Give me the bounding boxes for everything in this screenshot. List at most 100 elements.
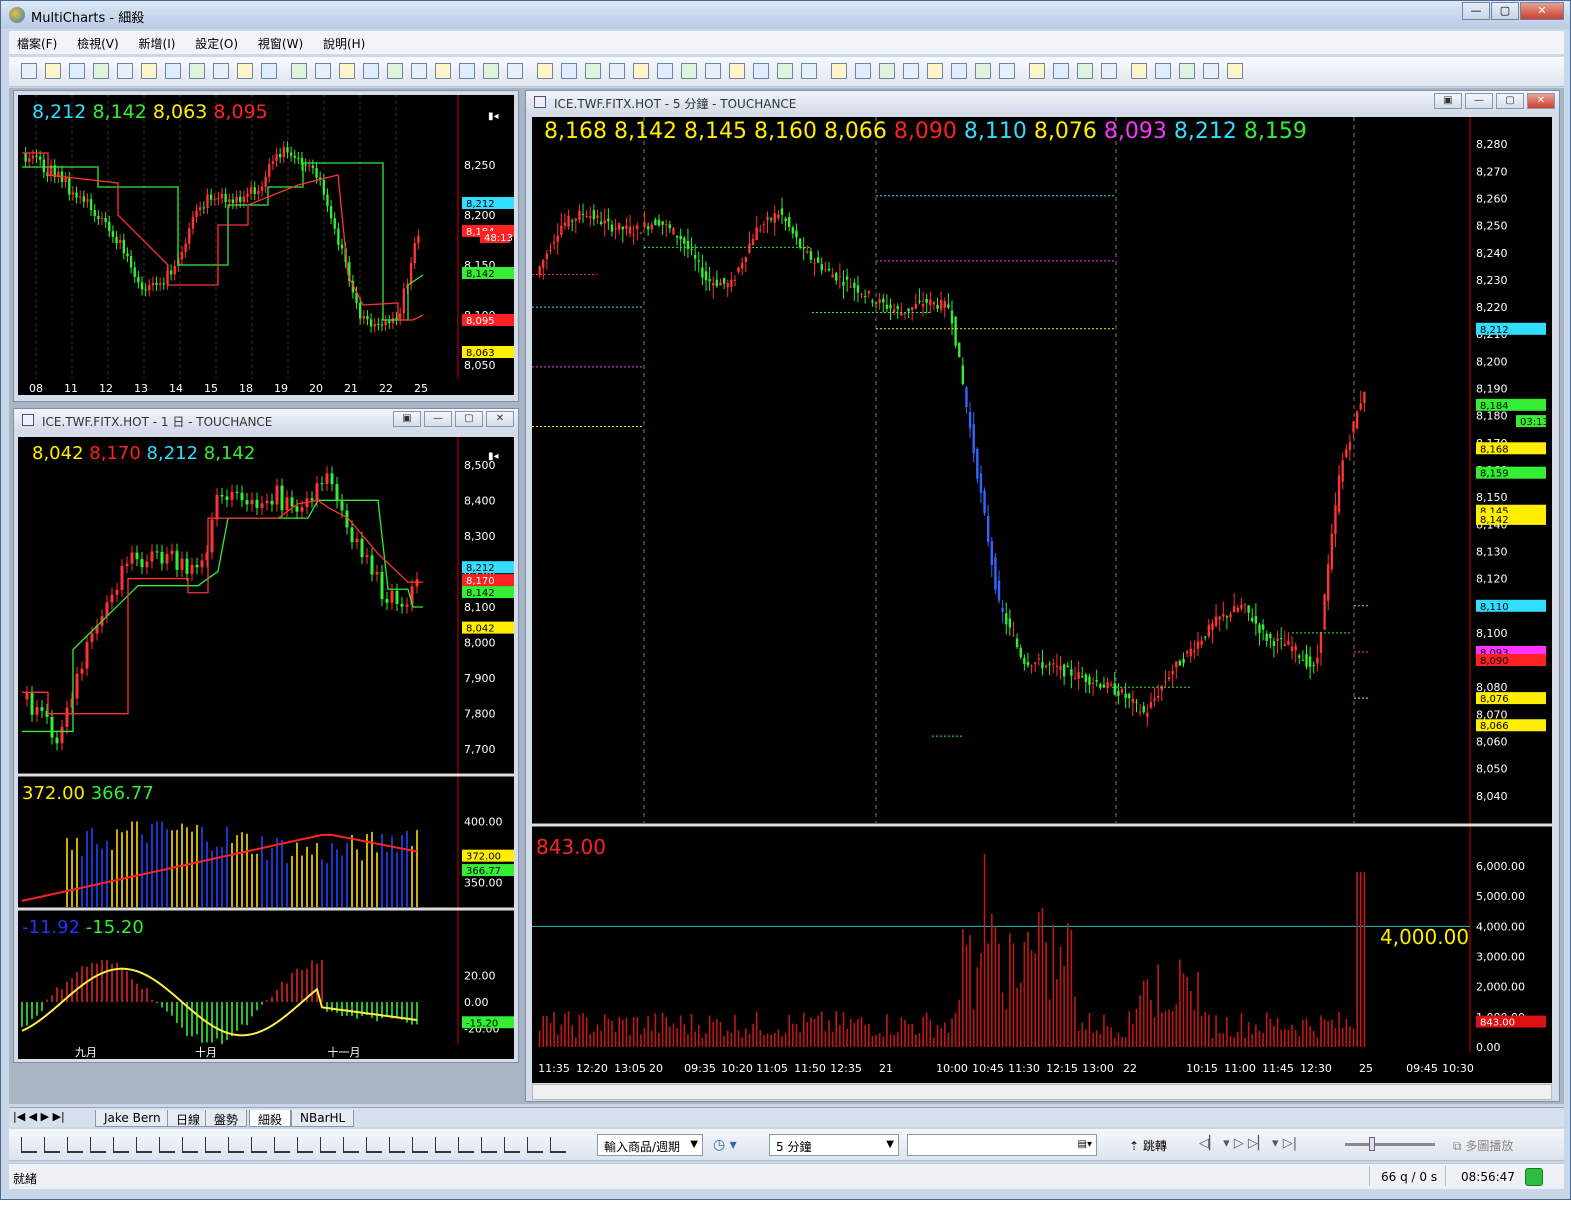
drawing-tool-icon[interactable] — [527, 1137, 543, 1153]
chart-maximize-button[interactable]: ▢ — [1496, 93, 1524, 109]
toolbar-tool-icon[interactable] — [1029, 63, 1045, 79]
chart-plot-daily[interactable]: 8,5008,4008,3008,2008,1008,0007,9007,800… — [18, 437, 514, 1059]
chart-close-button[interactable]: ✕ — [1527, 93, 1555, 109]
toolbar-tool-icon[interactable] — [507, 63, 523, 79]
toolbar-tool-icon[interactable] — [537, 63, 553, 79]
chart-title-bar[interactable]: ICE.TWF.FITX.HOT - 1 日 - TOUCHANCE ▣ — ▢… — [14, 409, 518, 431]
toolbar-tool-icon[interactable] — [729, 63, 745, 79]
toolbar-tool-icon[interactable] — [237, 63, 253, 79]
toolbar-tool-icon[interactable] — [585, 63, 601, 79]
toolbar-tool-icon[interactable] — [999, 63, 1015, 79]
date-input[interactable]: ▤▾ — [907, 1134, 1097, 1156]
toolbar-tool-icon[interactable] — [657, 63, 673, 79]
toolbar-tool-icon[interactable] — [903, 63, 919, 79]
drawing-tool-icon[interactable] — [67, 1137, 83, 1153]
tab-nav-icons[interactable]: |◀ ◀ ▶ ▶| — [13, 1110, 65, 1123]
multi-chart-play-button[interactable]: ⧉ 多圖播放 — [1453, 1137, 1513, 1154]
connection-status-icon[interactable] — [1525, 1168, 1543, 1186]
toolbar-tool-icon[interactable] — [165, 63, 181, 79]
menu-file[interactable]: 檔案(F) — [9, 31, 65, 56]
drawing-tool-icon[interactable] — [228, 1137, 244, 1153]
toolbar-tool-icon[interactable] — [927, 63, 943, 79]
toolbar-tool-icon[interactable] — [213, 63, 229, 79]
toolbar-tool-icon[interactable] — [261, 63, 277, 79]
toolbar-tool-icon[interactable] — [777, 63, 793, 79]
chart-close-button[interactable]: ✕ — [486, 411, 514, 427]
toolbar-tool-icon[interactable] — [879, 63, 895, 79]
tab-jake-bern[interactable]: Jake Bern — [95, 1110, 170, 1127]
clock-icon[interactable]: ◷ ▾ — [713, 1137, 737, 1153]
toolbar-tool-icon[interactable] — [339, 63, 355, 79]
menu-help[interactable]: 說明(H) — [315, 31, 373, 56]
chart-minimize-button[interactable]: — — [1465, 93, 1493, 109]
menu-insert[interactable]: 新增(I) — [131, 31, 184, 56]
drawing-tool-icon[interactable] — [251, 1137, 267, 1153]
toolbar-tool-icon[interactable] — [633, 63, 649, 79]
symbol-input[interactable]: 輸入商品/週期 ▼ — [597, 1134, 703, 1156]
drawing-tool-icon[interactable] — [113, 1137, 129, 1153]
chart-window-intraday-mini[interactable]: 8,2508,2008,1508,1008,0508,2128,18448:13… — [13, 90, 519, 402]
menu-settings[interactable]: 設定(O) — [187, 31, 246, 56]
jump-button[interactable]: ⇡ 跳轉 — [1129, 1137, 1167, 1154]
toolbar-tool-icon[interactable] — [1155, 63, 1171, 79]
toolbar-tool-icon[interactable] — [1077, 63, 1093, 79]
playback-speed-slider[interactable] — [1345, 1143, 1435, 1146]
drawing-tool-icon[interactable] — [366, 1137, 382, 1153]
toolbar-tool-icon[interactable] — [93, 63, 109, 79]
toolbar-tool-icon[interactable] — [141, 63, 157, 79]
menu-window[interactable]: 視窗(W) — [250, 31, 311, 56]
toolbar-tool-icon[interactable] — [435, 63, 451, 79]
interval-select[interactable]: 5 分鐘 ▼ — [769, 1134, 899, 1156]
drawing-tool-icon[interactable] — [182, 1137, 198, 1153]
toolbar-tool-icon[interactable] — [315, 63, 331, 79]
toolbar-tool-icon[interactable] — [681, 63, 697, 79]
toolbar-tool-icon[interactable] — [831, 63, 847, 79]
chart-plot-mini[interactable]: 8,2508,2008,1508,1008,0508,2128,18448:13… — [18, 95, 514, 395]
drawing-tool-icon[interactable] — [205, 1137, 221, 1153]
playback-controls[interactable]: ◁▏ ▾ ▷ ▷▏ ▾ ▷| — [1199, 1136, 1297, 1151]
toolbar-tool-icon[interactable] — [45, 63, 61, 79]
toolbar-tool-icon[interactable] — [1053, 63, 1069, 79]
toolbar-tool-icon[interactable] — [1131, 63, 1147, 79]
tab-detail[interactable]: 細殺 — [249, 1110, 292, 1127]
drawing-tool-icon[interactable] — [320, 1137, 336, 1153]
toolbar-tool-icon[interactable] — [561, 63, 577, 79]
chart-window-daily[interactable]: ICE.TWF.FITX.HOT - 1 日 - TOUCHANCE ▣ — ▢… — [13, 408, 519, 1063]
drawing-tool-icon[interactable] — [297, 1137, 313, 1153]
toolbar-tool-icon[interactable] — [609, 63, 625, 79]
drawing-tool-icon[interactable] — [412, 1137, 428, 1153]
drawing-tool-icon[interactable] — [481, 1137, 497, 1153]
menu-view[interactable]: 檢視(V) — [69, 31, 127, 56]
tab-daily[interactable]: 日線 — [167, 1110, 210, 1127]
chart-maximize-button[interactable]: ▢ — [455, 411, 483, 427]
toolbar-tool-icon[interactable] — [189, 63, 205, 79]
toolbar-tool-icon[interactable] — [21, 63, 37, 79]
drawing-tool-icon[interactable] — [458, 1137, 474, 1153]
slider-thumb[interactable] — [1369, 1137, 1375, 1151]
toolbar-tool-icon[interactable] — [387, 63, 403, 79]
chart-minimize-button[interactable]: — — [424, 411, 452, 427]
drawing-tool-icon[interactable] — [21, 1137, 37, 1153]
drawing-tool-icon[interactable] — [44, 1137, 60, 1153]
tab-nbarhl[interactable]: NBarHL — [291, 1110, 355, 1127]
toolbar-tool-icon[interactable] — [1101, 63, 1117, 79]
title-bar[interactable]: MultiCharts - 細殺 — ▢ ✕ — [1, 1, 1570, 29]
chart-plot-5min[interactable]: 8,2808,2708,2608,2508,2408,2308,2208,210… — [532, 117, 1552, 1083]
chart-settings-button[interactable]: ▣ — [1434, 93, 1462, 109]
toolbar-tool-icon[interactable] — [1179, 63, 1195, 79]
toolbar-tool-icon[interactable] — [951, 63, 967, 79]
drawing-tool-icon[interactable] — [159, 1137, 175, 1153]
toolbar-tool-icon[interactable] — [69, 63, 85, 79]
toolbar-tool-icon[interactable] — [291, 63, 307, 79]
drawing-tool-icon[interactable] — [90, 1137, 106, 1153]
close-button[interactable]: ✕ — [1520, 2, 1564, 20]
drawing-tool-icon[interactable] — [504, 1137, 520, 1153]
maximize-button[interactable]: ▢ — [1491, 2, 1519, 20]
drawing-tool-icon[interactable] — [274, 1137, 290, 1153]
chart-title-bar[interactable]: ICE.TWF.FITX.HOT - 5 分鐘 - TOUCHANCE ▣ — … — [526, 91, 1559, 113]
minimize-button[interactable]: — — [1462, 2, 1490, 20]
tab-trend[interactable]: 盤勢 — [205, 1110, 248, 1127]
toolbar-tool-icon[interactable] — [459, 63, 475, 79]
toolbar-tool-icon[interactable] — [483, 63, 499, 79]
toolbar-tool-icon[interactable] — [855, 63, 871, 79]
